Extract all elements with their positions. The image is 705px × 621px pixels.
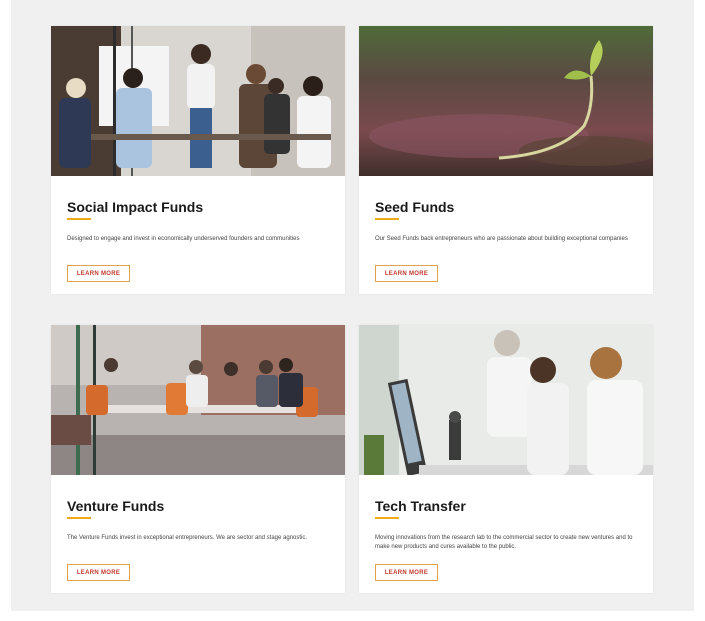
card-image-boardroom: [51, 325, 345, 475]
title-underline: [375, 517, 399, 519]
card-image-meeting: [51, 26, 345, 176]
card-description: The Venture Funds invest in exceptional …: [67, 535, 308, 541]
card-seed-funds: Seed Funds Our Seed Funds back entrepren…: [359, 26, 653, 294]
learn-more-button[interactable]: LEARN MORE: [67, 564, 130, 581]
card-title: Social Impact Funds: [67, 199, 204, 215]
learn-more-button[interactable]: LEARN MORE: [375, 265, 438, 282]
card-venture-funds: Venture Funds The Venture Funds invest i…: [51, 325, 345, 593]
card-image-sprout: [359, 26, 653, 176]
card-description: Designed to engage and invest in economi…: [67, 236, 300, 242]
card-description: Moving innovations from the research lab…: [375, 535, 633, 550]
card-tech-transfer: Tech Transfer Moving innovations from th…: [359, 325, 653, 593]
card-description: Our Seed Funds back entrepreneurs who ar…: [375, 236, 628, 242]
learn-more-button[interactable]: LEARN MORE: [375, 564, 438, 581]
title-underline: [67, 218, 91, 220]
content-panel: Social Impact Funds Designed to engage a…: [11, 0, 694, 611]
card-social-impact-funds: Social Impact Funds Designed to engage a…: [51, 26, 345, 294]
card-image-lab: [359, 325, 653, 475]
card-title: Venture Funds: [67, 498, 165, 514]
card-title: Tech Transfer: [375, 498, 466, 514]
title-underline: [375, 218, 399, 220]
learn-more-button[interactable]: LEARN MORE: [67, 265, 130, 282]
title-underline: [67, 517, 91, 519]
card-title: Seed Funds: [375, 199, 455, 215]
